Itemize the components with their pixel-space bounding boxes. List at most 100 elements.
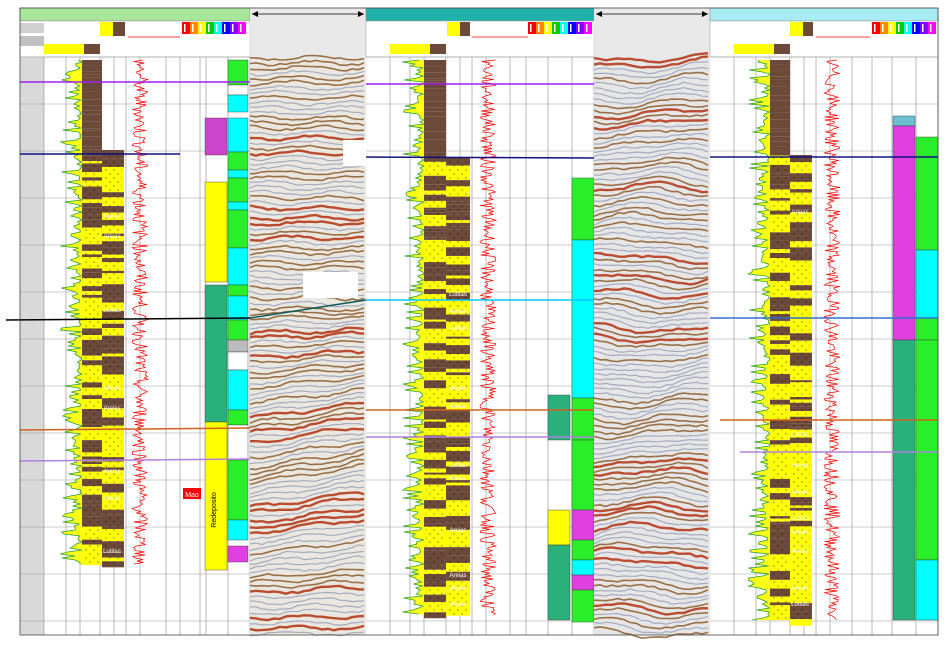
rainbow-swatch [568, 22, 576, 34]
facies-strip [227, 94, 249, 113]
rainbow-tick [200, 24, 202, 32]
sand-layer [790, 619, 812, 626]
rainbow-swatch [872, 22, 880, 34]
facies-strip [915, 559, 939, 621]
well-2-lithology-column [424, 60, 470, 619]
well-3-legend-shale [774, 44, 790, 54]
lithology-label: Areias [449, 602, 466, 608]
sand-dots [772, 155, 788, 620]
shale-layer [424, 145, 446, 153]
shale-layer [424, 72, 446, 79]
shale-layer [770, 95, 790, 101]
shale-layer [770, 79, 790, 87]
shale-layer [82, 114, 102, 122]
sand-dots [84, 150, 100, 565]
rainbow-tick [898, 24, 900, 32]
well-1-gr-curve [59, 59, 84, 565]
rainbow-swatch [888, 22, 896, 34]
well-1-header-bar[interactable] [19, 7, 251, 22]
well-1-legend-swatch [100, 22, 113, 36]
rainbow-swatch [912, 22, 920, 34]
shale-layer [82, 128, 102, 131]
shale-layer [82, 91, 102, 100]
seismic-1-panel [249, 8, 366, 637]
shale-layer [424, 95, 446, 102]
facies-strip [227, 117, 249, 153]
well-1-legend-sand [44, 44, 84, 54]
rainbow-tick [570, 24, 572, 32]
facies-strip [547, 544, 571, 621]
well-1-header-cell [20, 36, 44, 46]
lithology-label: Lutitas [103, 549, 121, 555]
shale-layer [424, 66, 446, 73]
rainbow-swatch [238, 22, 246, 34]
shale-layer [424, 93, 446, 96]
lithology-label: Areias [449, 309, 466, 315]
lithology-label: Areias [103, 406, 120, 412]
shale-layer [424, 80, 446, 83]
facies-strip [204, 284, 228, 423]
sand-dots [104, 150, 122, 565]
rainbow-swatch [536, 22, 544, 34]
rainbow-swatch [222, 22, 230, 34]
facies-strip [571, 177, 595, 241]
rainbow-tick [914, 24, 916, 32]
shale-layer [770, 107, 790, 113]
shale-layer [424, 88, 446, 94]
facies-strip [227, 247, 249, 286]
lithology-label: Areias [103, 469, 120, 475]
shale-layer [82, 82, 102, 89]
shale-layer [82, 110, 102, 115]
well-1-rainbow-scale [182, 22, 246, 34]
rainbow-swatch [214, 22, 222, 34]
lithology-label: Areias [791, 210, 808, 216]
lithology-label: Areias [449, 573, 466, 579]
rainbow-swatch [206, 22, 214, 34]
shale-layer [770, 76, 790, 80]
rainbow-swatch [552, 22, 560, 34]
facies-strip [892, 125, 916, 341]
shale-layer [82, 65, 102, 72]
rainbow-tick [192, 24, 194, 32]
well-3-track: Areias Lutitas Areias Areias Lutitas Areias Ar… [709, 7, 939, 635]
facies-strip [915, 136, 939, 251]
facies-strip [227, 177, 249, 203]
facies-strip [547, 509, 571, 546]
rainbow-tick [578, 24, 580, 32]
facies-strip [571, 239, 595, 301]
rainbow-swatch [928, 22, 936, 34]
well-2-legend-swatch [447, 22, 460, 36]
well-3-resistivity-curve [823, 59, 841, 620]
sand-dots [426, 158, 444, 615]
facies-strip [227, 339, 249, 353]
rainbow-tick [538, 24, 540, 32]
facies-strip [915, 249, 939, 319]
facies-strip [227, 84, 249, 96]
lithology-label: Areias [449, 528, 466, 534]
well-2-resistivity-curve [479, 59, 498, 616]
facies-strip [915, 317, 939, 341]
shale-layer [82, 71, 102, 75]
rainbow-tick [906, 24, 908, 32]
lithology-label: Lutitas [791, 516, 809, 522]
shale-layer [82, 130, 102, 137]
seismic-1-gap [303, 272, 358, 298]
well-3-lithology-column [770, 60, 812, 626]
well-2-header-bar[interactable] [365, 7, 595, 22]
facies-strip [547, 394, 571, 441]
well-correlation-panel: Areias Areias Lutitas Areias Areias Areias Are… [0, 0, 948, 648]
lithology-label: Areias [103, 234, 120, 240]
facies-strip [227, 201, 249, 211]
well-3-header-bar[interactable] [709, 7, 939, 22]
rainbow-tick [224, 24, 226, 32]
well-3-legend-swatch [790, 22, 803, 36]
rainbow-tick [874, 24, 876, 32]
facies-strip [571, 509, 595, 541]
facies-label-mao: Mao [185, 492, 199, 499]
shale-layer [82, 74, 102, 78]
shale-layer [770, 146, 790, 156]
shale-layer [82, 146, 102, 150]
rainbow-swatch [230, 22, 238, 34]
lithology-label: Lutitas [103, 308, 121, 314]
lithology-label: Areias [449, 476, 466, 482]
